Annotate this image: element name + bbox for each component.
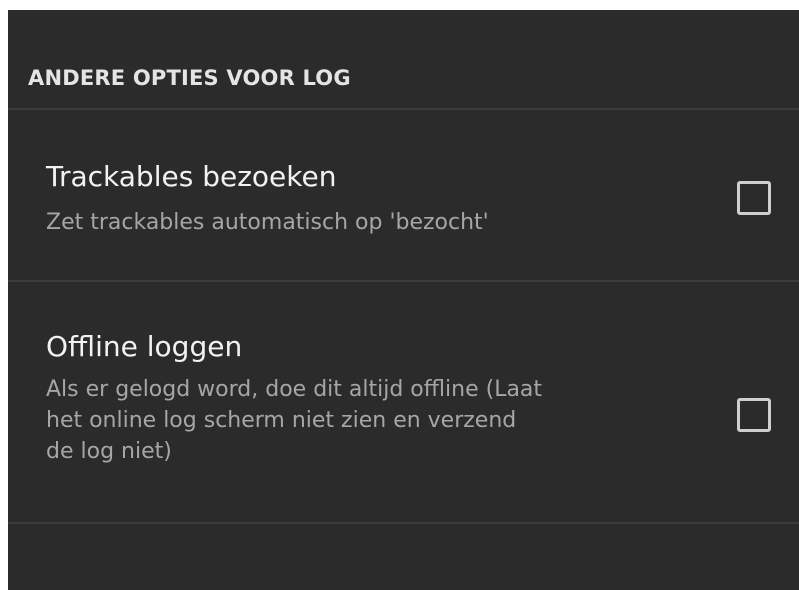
category-title: ANDERE OPTIES VOOR LOG xyxy=(28,66,351,90)
preference-summary: Als er gelogd word, doe dit altijd offli… xyxy=(46,374,686,467)
preferences-screen: ANDERE OPTIES VOOR LOG Trackables bezoek… xyxy=(8,10,799,590)
preference-title: Trackables bezoeken xyxy=(46,160,337,193)
summary-line: Als er gelogd word, doe dit altijd offli… xyxy=(46,377,543,402)
preference-summary: Zet trackables automatisch op 'bezocht' xyxy=(46,210,489,235)
offline-logging-checkbox[interactable] xyxy=(737,398,771,432)
category-header: ANDERE OPTIES VOOR LOG xyxy=(8,10,799,108)
preference-offline-logging[interactable]: Offline loggen Als er gelogd word, doe d… xyxy=(8,282,799,522)
preference-trackables-visit[interactable]: Trackables bezoeken Zet trackables autom… xyxy=(8,110,799,280)
summary-line: het online log scherm niet zien en verze… xyxy=(46,408,517,433)
trackables-visit-checkbox[interactable] xyxy=(737,181,771,215)
summary-line: de log niet) xyxy=(46,439,172,464)
divider xyxy=(8,522,799,524)
preference-title: Offline loggen xyxy=(46,330,243,363)
